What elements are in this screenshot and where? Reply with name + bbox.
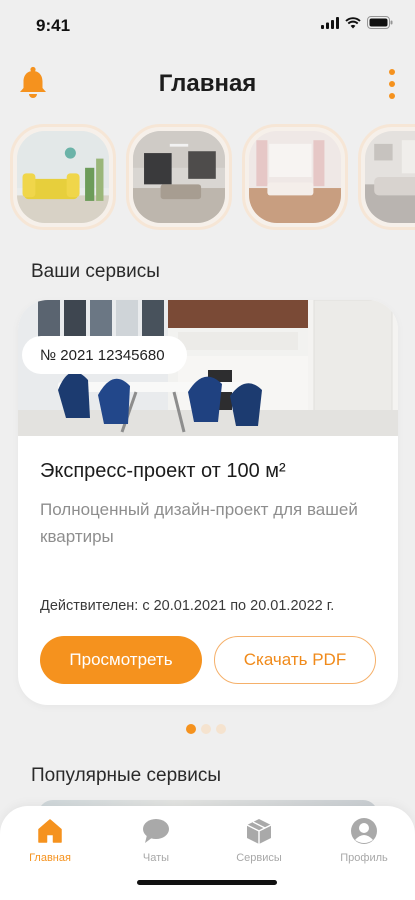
chat-icon xyxy=(143,819,169,843)
status-time: 9:41 xyxy=(36,16,71,35)
service-title: Экспресс-проект от 100 м² xyxy=(40,460,286,482)
tab-home[interactable]: Главная xyxy=(10,816,90,864)
status-icons xyxy=(321,16,393,29)
section-title-your-services: Ваши сервисы xyxy=(31,261,160,282)
pagination-dot[interactable] xyxy=(216,724,226,734)
service-description: Полноценный дизайн-проект для вашей квар… xyxy=(40,500,358,546)
story-item[interactable] xyxy=(358,124,415,230)
pagination-dot[interactable] xyxy=(186,724,196,734)
download-pdf-button[interactable]: Скачать PDF xyxy=(214,636,376,684)
pagination-dot[interactable] xyxy=(201,724,211,734)
story-item[interactable] xyxy=(10,124,116,230)
story-item[interactable] xyxy=(242,124,348,230)
battery-icon xyxy=(367,16,393,29)
home-indicator xyxy=(137,880,277,885)
home-icon xyxy=(38,819,62,843)
carousel-pagination xyxy=(186,724,226,734)
service-card[interactable]: № 2021 12345680 Экспресс-проект от 100 м… xyxy=(18,300,398,705)
more-vertical-icon xyxy=(389,69,395,99)
box-icon xyxy=(246,819,272,844)
story-image-pink-living xyxy=(249,131,341,223)
stories-carousel[interactable] xyxy=(10,124,415,234)
order-number-badge: № 2021 12345680 xyxy=(22,336,187,374)
tab-chats[interactable]: Чаты xyxy=(116,816,196,864)
tab-services-label: Сервисы xyxy=(236,852,282,864)
story-image-yellow-sofa xyxy=(17,131,109,223)
service-validity: Действителен: с 20.01.2021 по 20.01.2022… xyxy=(40,598,335,614)
page-title: Главная xyxy=(158,70,257,97)
story-item[interactable] xyxy=(126,124,232,230)
tab-home-label: Главная xyxy=(29,852,71,864)
app-header: Главная xyxy=(0,58,415,108)
more-button[interactable] xyxy=(387,68,397,100)
story-image-open-kitchen xyxy=(133,131,225,223)
signal-icon xyxy=(321,16,339,29)
tab-profile[interactable]: Профиль xyxy=(324,816,404,864)
wifi-icon xyxy=(345,16,361,28)
view-button[interactable]: Просмотреть xyxy=(40,636,202,684)
tab-profile-label: Профиль xyxy=(340,852,388,864)
story-image-bedroom xyxy=(365,131,415,223)
tab-services[interactable]: Сервисы xyxy=(219,816,299,864)
section-title-popular-services: Популярные сервисы xyxy=(31,765,222,786)
bottom-tab-bar: Главная Чаты Сервисы Профиль xyxy=(0,806,415,900)
profile-icon xyxy=(351,818,377,844)
status-bar: 9:41 xyxy=(0,0,415,48)
tab-chats-label: Чаты xyxy=(142,852,170,864)
